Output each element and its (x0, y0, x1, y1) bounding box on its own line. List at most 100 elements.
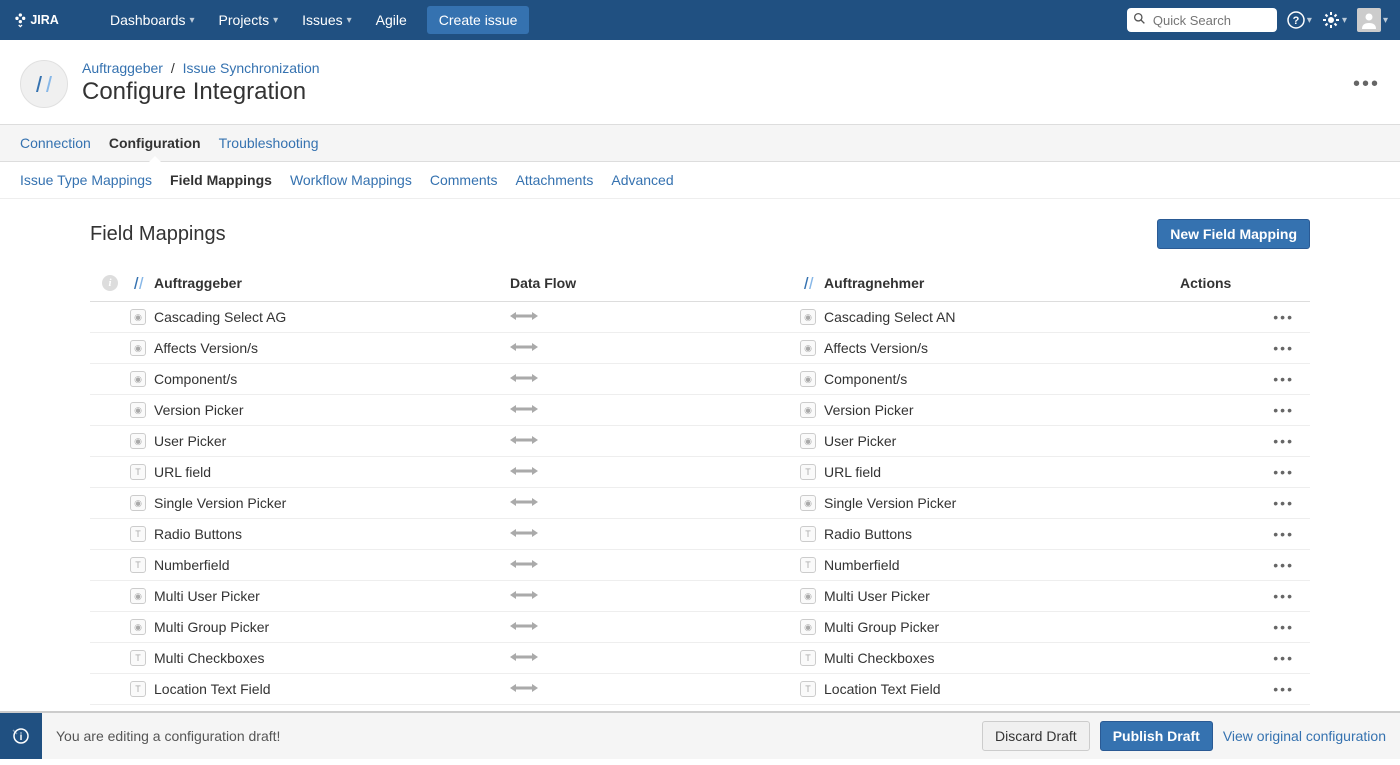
table-row[interactable]: ◉Cascading Select AG ◉Cascading Select AN… (90, 302, 1310, 333)
data-flow (510, 495, 800, 511)
row-actions-menu[interactable]: ••• (1180, 557, 1310, 573)
row-actions-menu[interactable]: ••• (1180, 309, 1310, 325)
row-actions-menu[interactable]: ••• (1180, 464, 1310, 480)
table-row[interactable]: ◉ Multi Group Picker◉ Multi Group Picker ••… (90, 612, 1310, 643)
row-actions-menu[interactable]: ••• (1180, 402, 1310, 418)
table-row[interactable]: TNumberfieldTNumberfield••• (90, 550, 1310, 581)
view-original-link[interactable]: View original configuration (1223, 728, 1386, 744)
tab-connection[interactable]: Connection (20, 125, 91, 161)
data-flow (510, 681, 800, 697)
table-row[interactable]: TLocation Text FieldTLocation Text Field… (90, 674, 1310, 705)
field-left-label: URL field (154, 464, 211, 480)
table-row[interactable]: TRadio ButtonsTRadio Buttons••• (90, 519, 1310, 550)
caret-icon: ▾ (273, 15, 278, 26)
field-type-icon: T (800, 557, 816, 573)
info-column: i (90, 275, 130, 291)
subtab-issue-type-mappings[interactable]: Issue Type Mappings (20, 172, 152, 188)
table-row[interactable]: ◉Multi User Picker◉Multi User Picker••• (90, 581, 1310, 612)
nav-agile[interactable]: Agile (364, 0, 419, 40)
new-field-mapping-button[interactable]: New Field Mapping (1157, 219, 1310, 249)
tab-configuration[interactable]: Configuration (109, 125, 201, 161)
field-left-label: Single Version Picker (154, 495, 286, 511)
nav-projects[interactable]: Projects▾ (207, 0, 291, 40)
field-type-icon: ◉ (800, 495, 816, 511)
field-right-label: URL field (824, 464, 881, 480)
field-right-label: Component/s (824, 371, 907, 387)
row-actions-menu[interactable]: ••• (1180, 340, 1310, 356)
field-left: ◉ Multi Group Picker (90, 619, 510, 635)
field-right-label: Affects Version/s (824, 340, 928, 356)
info-icon: i (102, 275, 118, 291)
field-left-label: Multi Group Picker (154, 619, 269, 635)
row-actions-menu[interactable]: ••• (1180, 495, 1310, 511)
table-row[interactable]: ◉Component/s◉Component/s••• (90, 364, 1310, 395)
create-issue-button[interactable]: Create issue (427, 6, 530, 34)
tab-troubleshooting[interactable]: Troubleshooting (219, 125, 319, 161)
collapse-handle[interactable]: i (0, 713, 42, 759)
field-type-icon: ◉ (130, 619, 146, 635)
col-auftragnehmer: Auftragnehmer (800, 275, 1180, 291)
table-row[interactable]: TMulti CheckboxesTMulti Checkboxes••• (90, 643, 1310, 674)
nav-issues[interactable]: Issues▾ (290, 0, 364, 40)
field-right: T URL field (800, 464, 1180, 480)
subtab-comments[interactable]: Comments (430, 172, 498, 188)
bidirectional-arrow-icon (510, 371, 538, 387)
row-actions-menu[interactable]: ••• (1180, 526, 1310, 542)
subtab-workflow-mappings[interactable]: Workflow Mappings (290, 172, 412, 188)
publish-draft-button[interactable]: Publish Draft (1100, 721, 1213, 751)
table-row[interactable]: ◉Version Picker◉Version Picker••• (90, 395, 1310, 426)
page-actions-menu[interactable]: ••• (1353, 73, 1380, 96)
row-actions-menu[interactable]: ••• (1180, 588, 1310, 604)
field-left-label: Component/s (154, 371, 237, 387)
field-type-icon: ◉ (800, 588, 816, 604)
table-row[interactable]: ◉User Picker◉User Picker••• (90, 426, 1310, 457)
top-nav: JIRA Dashboards▾ Projects▾ Issues▾ Agile… (0, 0, 1400, 40)
subtab-advanced[interactable]: Advanced (611, 172, 673, 188)
field-left-label: Multi Checkboxes (154, 650, 265, 666)
field-left: ◉Cascading Select AG (90, 309, 510, 325)
table-row[interactable]: T URL field T URL field ••• (90, 457, 1310, 488)
breadcrumb-section[interactable]: Issue Synchronization (183, 60, 320, 76)
row-actions-menu[interactable]: ••• (1180, 619, 1310, 635)
settings-button[interactable]: ▾ (1322, 11, 1347, 29)
page-header: Auftraggeber / Issue Synchronization Con… (0, 40, 1400, 124)
jira-logo[interactable]: JIRA (12, 10, 82, 30)
search-input[interactable] (1127, 8, 1277, 32)
row-actions-menu[interactable]: ••• (1180, 433, 1310, 449)
field-right: ◉Version Picker (800, 402, 1180, 418)
data-flow (510, 433, 800, 449)
field-right: TLocation Text Field (800, 681, 1180, 697)
project-avatar (20, 60, 68, 108)
field-right-label: Multi User Picker (824, 588, 930, 604)
field-right: TNumberfield (800, 557, 1180, 573)
page-header-text: Auftraggeber / Issue Synchronization Con… (82, 60, 1339, 106)
caret-icon: ▾ (1342, 15, 1347, 26)
discard-draft-button[interactable]: Discard Draft (982, 721, 1090, 751)
field-left-label: User Picker (154, 433, 226, 449)
field-right: ◉Cascading Select AN (800, 309, 1180, 325)
data-flow (510, 588, 800, 604)
field-type-icon: T (800, 464, 816, 480)
field-left-label: Location Text Field (154, 681, 270, 697)
user-menu[interactable]: ▾ (1357, 8, 1388, 32)
nav-dashboards[interactable]: Dashboards▾ (98, 0, 207, 40)
caret-icon: ▾ (347, 15, 352, 26)
field-type-icon: ◉ (800, 433, 816, 449)
field-right-label: Single Version Picker (824, 495, 956, 511)
subtab-attachments[interactable]: Attachments (516, 172, 594, 188)
row-actions-menu[interactable]: ••• (1180, 650, 1310, 666)
table-row[interactable]: ◉Single Version Picker◉Single Version Pi… (90, 488, 1310, 519)
help-button[interactable]: ? ▾ (1287, 11, 1312, 29)
draft-bar: i You are editing a configuration draft!… (0, 711, 1400, 759)
field-type-icon: ◉ (130, 309, 146, 325)
table-row[interactable]: ◉Affects Version/s◉Affects Version/s••• (90, 333, 1310, 364)
bidirectional-arrow-icon (510, 557, 538, 573)
field-type-icon: T (130, 464, 146, 480)
col-left-label: Auftraggeber (154, 275, 242, 291)
row-actions-menu[interactable]: ••• (1180, 681, 1310, 697)
breadcrumb-project[interactable]: Auftraggeber (82, 60, 163, 76)
field-left: ◉Multi User Picker (90, 588, 510, 604)
subtab-field-mappings[interactable]: Field Mappings (170, 172, 272, 188)
data-flow (510, 402, 800, 418)
row-actions-menu[interactable]: ••• (1180, 371, 1310, 387)
